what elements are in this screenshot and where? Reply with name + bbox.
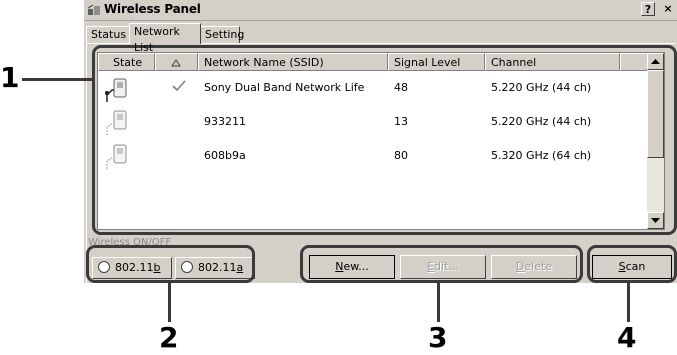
- signal-cell: 80: [394, 149, 408, 162]
- network-list[interactable]: State Network Name (SSID) Signal Level C…: [97, 52, 665, 230]
- list-header: State Network Name (SSID) Signal Level C…: [98, 53, 648, 71]
- table-row[interactable]: 608b9a 80 5.320 GHz (64 ch): [98, 143, 648, 175]
- edit-button-label: dit...: [434, 260, 459, 273]
- tab-network-list[interactable]: Network List: [129, 23, 201, 54]
- wireless-panel-window: Wireless Panel ? × Status Network List S…: [84, 0, 677, 283]
- scroll-down-button[interactable]: [647, 212, 664, 229]
- edit-button-accel: E: [427, 260, 435, 273]
- help-button[interactable]: ?: [641, 2, 655, 16]
- network-icon: [106, 110, 127, 135]
- table-row[interactable]: Sony Dual Band Network Life 48 5.220 GHz…: [98, 75, 648, 107]
- tab-setting[interactable]: Setting: [200, 26, 244, 43]
- scan-button-accel: S: [618, 260, 626, 273]
- radio-circle-icon: [181, 261, 193, 273]
- arrow-down-icon: [651, 218, 660, 223]
- radio-80211b[interactable]: 802.11b: [92, 257, 172, 279]
- edit-button[interactable]: Edit...: [400, 255, 486, 279]
- ssid-cell: 608b9a: [204, 149, 246, 162]
- tab-bar: Status Network List Setting: [84, 23, 677, 54]
- arrow-up-icon: [651, 59, 660, 64]
- radio-80211b-accel: b: [153, 261, 161, 274]
- channel-cell: 5.220 GHz (44 ch): [491, 81, 592, 94]
- window-title: Wireless Panel: [104, 2, 201, 16]
- network-icon: [106, 144, 127, 169]
- column-extra: [620, 53, 648, 71]
- tab-status[interactable]: Status: [86, 26, 130, 43]
- radio-80211a-label: 802.11: [198, 261, 237, 274]
- scroll-thumb[interactable]: [647, 70, 664, 158]
- column-sort[interactable]: [155, 53, 198, 71]
- column-signal-level[interactable]: Signal Level: [388, 53, 485, 71]
- title-bar[interactable]: Wireless Panel ? ×: [84, 0, 677, 21]
- new-button-label: ew...: [343, 260, 369, 273]
- ssid-cell: 933211: [204, 115, 246, 128]
- check-icon: [172, 80, 186, 92]
- scan-button-label: can: [625, 260, 646, 273]
- radio-80211a-accel: a: [236, 261, 244, 274]
- signal-cell: 48: [394, 81, 408, 94]
- close-button[interactable]: ×: [661, 2, 675, 16]
- scroll-up-button[interactable]: [647, 53, 664, 70]
- channel-cell: 5.220 GHz (44 ch): [491, 115, 592, 128]
- callout-number-3: 3: [428, 321, 448, 354]
- callout-line-3: [437, 282, 440, 322]
- column-ssid[interactable]: Network Name (SSID): [198, 53, 388, 71]
- ssid-cell: Sony Dual Band Network Life: [204, 81, 365, 94]
- radio-80211b-label: 802.11: [115, 261, 154, 274]
- callout-line-2: [168, 282, 171, 322]
- table-row[interactable]: 933211 13 5.220 GHz (44 ch): [98, 109, 648, 141]
- channel-cell: 5.320 GHz (64 ch): [491, 149, 592, 162]
- scan-button[interactable]: Scan: [592, 255, 672, 279]
- radio-80211a[interactable]: 802.11a: [175, 257, 255, 279]
- callout-number-1: 1: [0, 61, 20, 94]
- callout-line-1: [22, 78, 94, 81]
- wireless-onoff-label: Wireless ON/OFF: [88, 237, 172, 248]
- delete-button[interactable]: Delete: [491, 255, 577, 279]
- sort-ascending-icon: [171, 59, 181, 67]
- connected-network-icon: [105, 78, 127, 102]
- radio-circle-icon: [98, 261, 110, 273]
- list-scrollbar[interactable]: [647, 53, 664, 229]
- callout-number-4: 4: [617, 321, 637, 354]
- wireless-app-icon: [87, 4, 100, 15]
- callout-line-4: [627, 282, 630, 322]
- column-channel[interactable]: Channel: [485, 53, 620, 71]
- signal-cell: 13: [394, 115, 408, 128]
- delete-button-label: elete: [524, 260, 553, 273]
- callout-number-2: 2: [159, 321, 179, 354]
- new-button[interactable]: New...: [309, 255, 395, 279]
